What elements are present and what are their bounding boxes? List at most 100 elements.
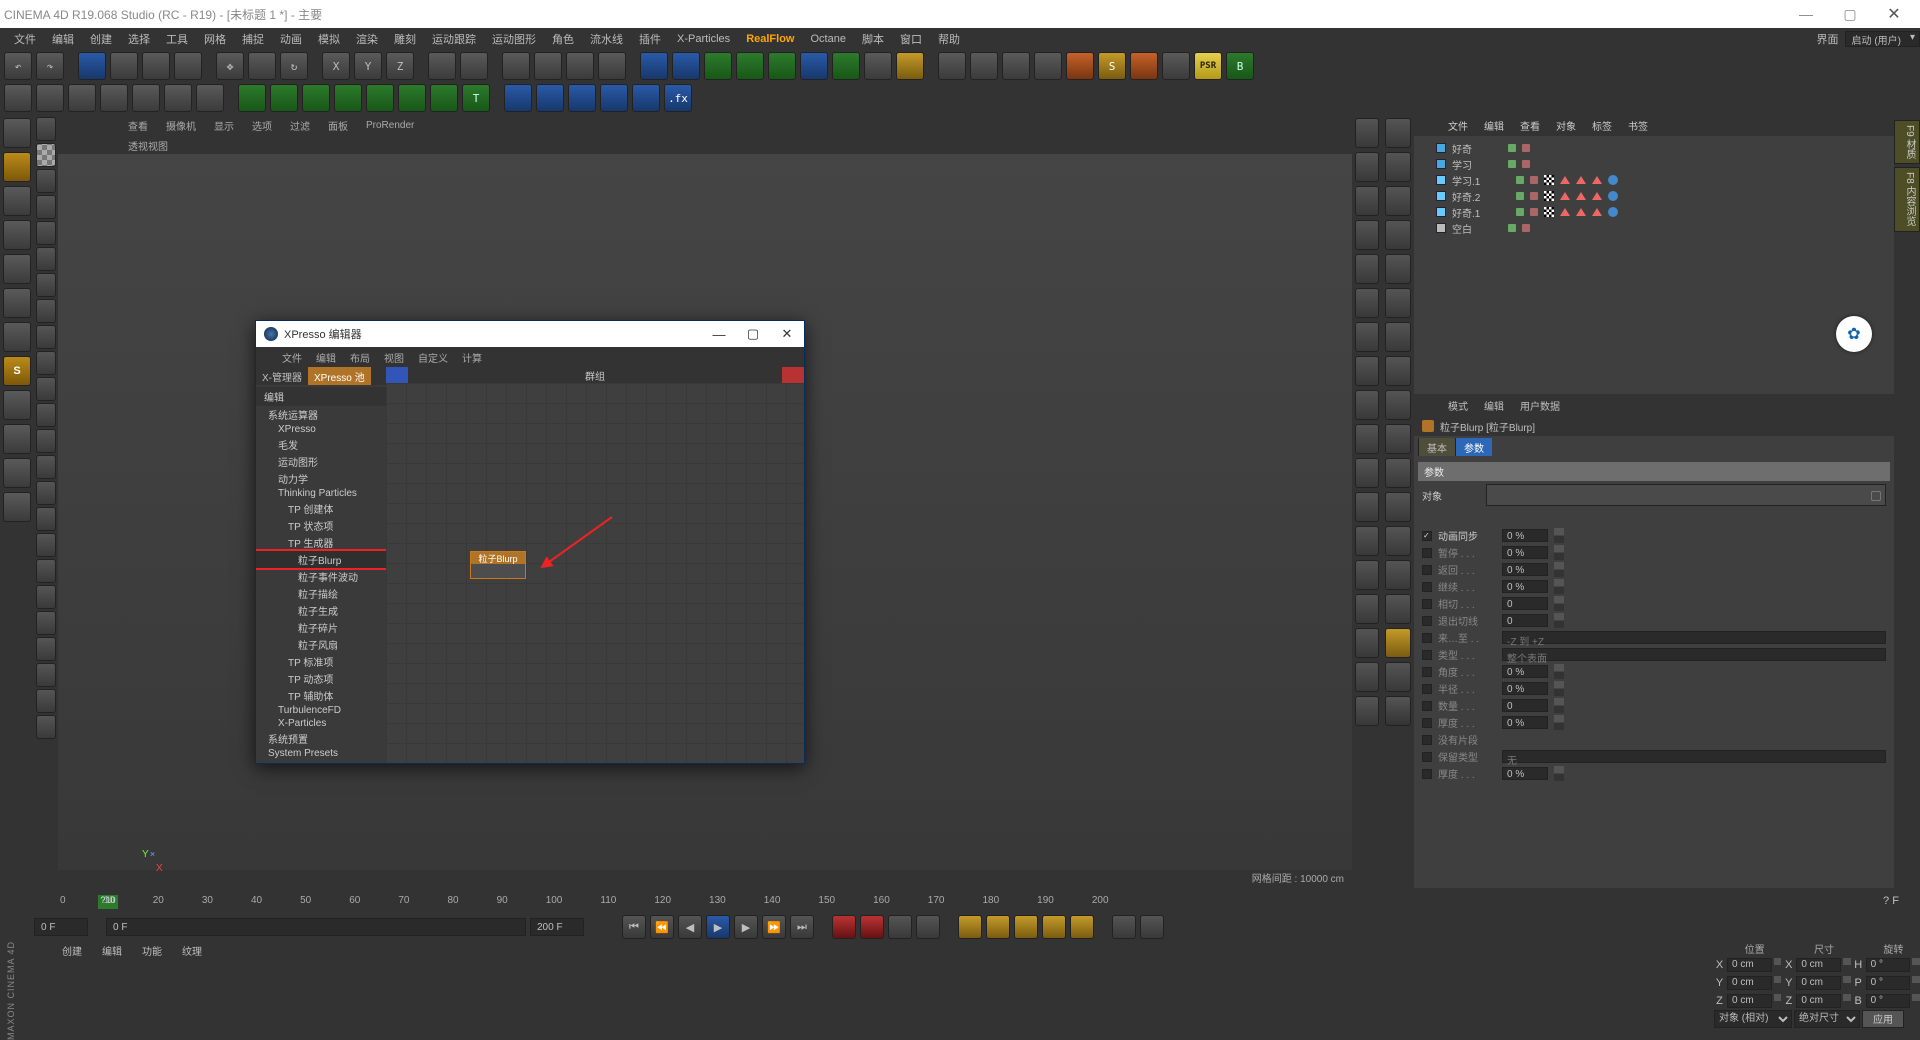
- om-menu-对象[interactable]: 对象: [1556, 118, 1576, 133]
- rstripb-10[interactable]: [1385, 458, 1411, 488]
- environment-icon[interactable]: [832, 52, 860, 80]
- attr-value-field[interactable]: 0: [1502, 597, 1548, 610]
- mat-menu-编辑[interactable]: 编辑: [102, 943, 122, 958]
- xp-tree-粒子Blurp[interactable]: 粒子Blurp: [256, 551, 386, 568]
- xp-tree-TP 创建体[interactable]: TP 创建体: [256, 500, 386, 517]
- vp-menu-摄像机[interactable]: 摄像机: [166, 118, 196, 133]
- attr-checkbox[interactable]: [1422, 633, 1432, 643]
- window-max[interactable]: ▢: [1828, 6, 1872, 23]
- rstripa-3[interactable]: [1355, 220, 1379, 250]
- rstripb-12[interactable]: [1385, 526, 1411, 556]
- rstripa-0[interactable]: [1355, 118, 1379, 148]
- rstripb-6[interactable]: [1385, 322, 1411, 352]
- xp-tree-XPresso[interactable]: XPresso: [256, 423, 386, 436]
- coord-apply-button[interactable]: 应用: [1862, 1010, 1904, 1028]
- menu-RealFlow[interactable]: RealFlow: [738, 33, 802, 45]
- rstripa-2[interactable]: [1355, 186, 1379, 216]
- xp-menu-计算[interactable]: 计算: [462, 350, 482, 365]
- rf-drop-icon[interactable]: [1130, 52, 1158, 80]
- rstripb-8[interactable]: [1385, 390, 1411, 420]
- xp-menu-自定义[interactable]: 自定义: [418, 350, 448, 365]
- camera-icon[interactable]: [864, 52, 892, 80]
- menu-脚本[interactable]: 脚本: [854, 31, 892, 47]
- mg-matrix-icon[interactable]: [302, 84, 330, 112]
- attr-checkbox[interactable]: [1422, 616, 1432, 626]
- menu-渲染[interactable]: 渲染: [348, 31, 386, 47]
- window-close[interactable]: ✕: [1872, 4, 1916, 24]
- take-icon[interactable]: [1002, 52, 1030, 80]
- rstripb-1[interactable]: [1385, 152, 1411, 182]
- rstripa-14[interactable]: [1355, 594, 1379, 624]
- attr-value-field[interactable]: 0: [1502, 614, 1548, 627]
- attr-value-field[interactable]: 0: [1502, 699, 1548, 712]
- rstripb-7[interactable]: [1385, 356, 1411, 386]
- xp-tree-动力学[interactable]: 动力学: [256, 470, 386, 487]
- om-row[interactable]: 好奇.2: [1436, 188, 1888, 204]
- coord-world-icon[interactable]: [460, 52, 488, 80]
- br-magnet-icon[interactable]: [100, 84, 128, 112]
- attr-checkbox[interactable]: [1422, 684, 1432, 694]
- laux-5[interactable]: [36, 247, 56, 271]
- generator-boole-icon[interactable]: [768, 52, 796, 80]
- laux-17[interactable]: [36, 559, 56, 583]
- spinner-icon[interactable]: [1554, 528, 1564, 543]
- attr-checkbox[interactable]: [1422, 599, 1432, 609]
- menu-模拟[interactable]: 模拟: [310, 31, 348, 47]
- xp-menu-编辑[interactable]: 编辑: [316, 350, 336, 365]
- br-brush-icon[interactable]: [132, 84, 160, 112]
- coord-pos[interactable]: 0 cm: [1727, 976, 1772, 990]
- sel-lasso-icon[interactable]: [142, 52, 170, 80]
- xp-tree-TP 动态项[interactable]: TP 动态项: [256, 670, 386, 687]
- attr-value-field[interactable]: 0 %: [1502, 546, 1548, 559]
- menu-窗口[interactable]: 窗口: [892, 31, 930, 47]
- eff-delay-icon[interactable]: [632, 84, 660, 112]
- attr-row[interactable]: 厚度 . . .0 %: [1414, 765, 1894, 782]
- ltool-make-editable-icon[interactable]: [3, 118, 31, 148]
- xp-tree-X-Particles[interactable]: X-Particles: [256, 717, 386, 730]
- attr-checkbox[interactable]: [1422, 769, 1432, 779]
- rstripa-10[interactable]: [1355, 458, 1379, 488]
- attr-row[interactable]: 动画同步0 %: [1414, 527, 1894, 544]
- attr-dropdown[interactable]: 无: [1502, 750, 1886, 763]
- mg-spline-icon[interactable]: [430, 84, 458, 112]
- laux-15[interactable]: [36, 507, 56, 531]
- laux-7[interactable]: [36, 299, 56, 323]
- spinner-icon[interactable]: [1554, 681, 1564, 696]
- attr-value-field[interactable]: 0 %: [1502, 682, 1548, 695]
- xp-tree-粒子生成[interactable]: 粒子生成: [256, 602, 386, 619]
- br-move-icon[interactable]: [4, 84, 32, 112]
- om-menu-标签[interactable]: 标签: [1592, 118, 1612, 133]
- prev-key-button[interactable]: ⏪: [650, 915, 674, 939]
- coord-size[interactable]: 0 cm: [1796, 994, 1841, 1008]
- window-min[interactable]: —: [1784, 6, 1828, 22]
- rstripb-3[interactable]: [1385, 220, 1411, 250]
- next-frame-button[interactable]: ▶: [734, 915, 758, 939]
- scene-icon[interactable]: [938, 52, 966, 80]
- mg-text-icon[interactable]: T: [462, 84, 490, 112]
- laux-13[interactable]: [36, 455, 56, 479]
- xp-tree-TurbulenceFD[interactable]: TurbulenceFD: [256, 704, 386, 717]
- attr-row[interactable]: 半径 . . .0 %: [1414, 680, 1894, 697]
- layout-dropdown[interactable]: 启动 (用户): [1845, 31, 1920, 47]
- ltool-s-icon[interactable]: S: [3, 356, 31, 386]
- generator-array-icon[interactable]: [736, 52, 764, 80]
- bodypaint-icon[interactable]: B: [1226, 52, 1254, 80]
- xpresso-canvas[interactable]: 粒子Blurp: [386, 383, 804, 763]
- menu-X-Particles[interactable]: X-Particles: [669, 33, 738, 45]
- attr-checkbox[interactable]: [1422, 531, 1432, 541]
- mg-instance-icon[interactable]: [398, 84, 426, 112]
- attribute-tab-params[interactable]: 参数: [1455, 438, 1492, 456]
- end-frame-field[interactable]: 200 F: [530, 918, 584, 936]
- attr-dropdown[interactable]: -Z 到 +Z: [1502, 631, 1886, 644]
- rstripa-8[interactable]: [1355, 390, 1379, 420]
- attribute-tab-basic[interactable]: 基本: [1418, 438, 1455, 456]
- spinner-icon[interactable]: [1554, 579, 1564, 594]
- vp-menu-过滤[interactable]: 过滤: [290, 118, 310, 133]
- psr-icon[interactable]: PSR: [1194, 52, 1222, 80]
- laux-6[interactable]: [36, 273, 56, 297]
- xp-tree-Thinking Particles[interactable]: Thinking Particles: [256, 487, 386, 500]
- eff-step-icon[interactable]: [600, 84, 628, 112]
- br-smooth-icon[interactable]: [36, 84, 64, 112]
- xp-tree-毛发[interactable]: 毛发: [256, 436, 386, 453]
- mg-cloner-icon[interactable]: [238, 84, 266, 112]
